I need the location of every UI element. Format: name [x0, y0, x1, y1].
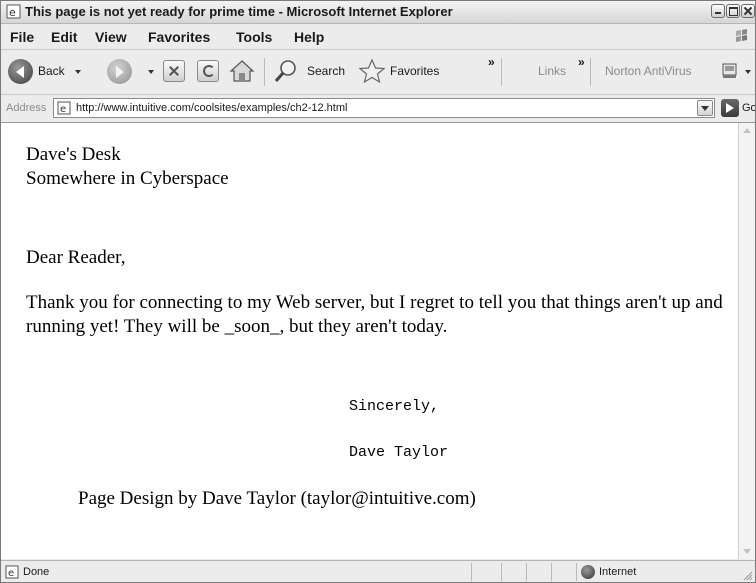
menu-favorites[interactable]: Favorites: [148, 29, 210, 45]
favorites-star-icon[interactable]: [358, 58, 386, 84]
internet-zone-icon: [581, 565, 595, 579]
letter-body: Thank you for connecting to my Web serve…: [26, 292, 723, 337]
address-dropdown-icon[interactable]: [697, 100, 713, 116]
menu-view[interactable]: View: [95, 29, 127, 45]
address-bar: Address e http://www.intuitive.com/cools…: [1, 95, 755, 123]
letter-closing: Sincerely,: [349, 398, 440, 415]
minimize-button[interactable]: [711, 4, 725, 18]
status-bar: e Done Internet: [1, 560, 755, 582]
svg-text:e: e: [8, 568, 14, 579]
norton-dropdown-icon[interactable]: [745, 70, 751, 74]
standard-toolbar: Back Search Favorites » Links » Norton A…: [1, 50, 755, 95]
security-zone-label: Internet: [599, 566, 637, 578]
toolbar-separator: [501, 58, 502, 86]
norton-antivirus-icon[interactable]: [721, 62, 739, 80]
search-icon[interactable]: [273, 58, 299, 84]
forward-arrow-icon[interactable]: [107, 59, 132, 84]
title-bar[interactable]: e This page is not yet ready for prime t…: [1, 1, 755, 24]
menu-file[interactable]: File: [10, 29, 34, 45]
status-pane-divider: [526, 563, 527, 581]
status-text: Done: [23, 566, 50, 578]
address-url[interactable]: http://www.intuitive.com/coolsites/examp…: [76, 102, 347, 114]
address-input[interactable]: e http://www.intuitive.com/coolsites/exa…: [53, 98, 715, 118]
forward-dropdown-icon[interactable]: [148, 70, 154, 74]
page-design-credit: Page Design by Dave Taylor (taylor@intui…: [78, 488, 476, 509]
letter-heading-line1: Dave's Desk: [26, 144, 121, 165]
go-arrow-icon[interactable]: [721, 99, 739, 117]
stop-icon[interactable]: [163, 60, 185, 82]
svg-text:e: e: [60, 104, 66, 115]
toolbar-chevron-icon[interactable]: »: [488, 55, 495, 69]
letter-signature: Dave Taylor: [349, 444, 449, 461]
go-button-label[interactable]: Go: [742, 102, 755, 114]
menu-edit[interactable]: Edit: [51, 29, 77, 45]
page-content: Dave's Desk Somewhere in Cyberspace Dear…: [1, 123, 739, 559]
toolbar-separator: [590, 58, 591, 86]
favorites-button-label[interactable]: Favorites: [390, 64, 439, 78]
scroll-down-icon[interactable]: [739, 543, 755, 559]
toolbar-separator: [264, 58, 265, 86]
menu-tools[interactable]: Tools: [236, 29, 272, 45]
svg-text:e: e: [9, 6, 16, 19]
resize-grip-icon[interactable]: [743, 571, 753, 581]
links-chevron-icon[interactable]: »: [578, 55, 585, 69]
address-label: Address: [6, 102, 47, 114]
vertical-scrollbar[interactable]: [739, 123, 755, 559]
home-icon[interactable]: [229, 59, 255, 83]
status-pane-divider: [471, 563, 472, 581]
status-pane-divider: [551, 563, 552, 581]
scroll-up-icon[interactable]: [739, 123, 755, 139]
letter-greeting: Dear Reader,: [26, 247, 126, 268]
status-pane-divider: [501, 563, 502, 581]
refresh-icon[interactable]: [197, 60, 219, 82]
page-icon: e: [57, 101, 71, 115]
norton-antivirus-label[interactable]: Norton AntiVirus: [605, 64, 692, 78]
menu-help[interactable]: Help: [294, 29, 324, 45]
links-label[interactable]: Links: [538, 64, 566, 78]
letter-heading-line2: Somewhere in Cyberspace: [26, 168, 229, 189]
menu-bar: File Edit View Favorites Tools Help: [1, 24, 755, 50]
back-button-label[interactable]: Back: [38, 64, 65, 78]
status-pane-divider: [576, 563, 577, 581]
ie-page-icon: e: [6, 4, 21, 19]
close-button[interactable]: [741, 4, 755, 18]
back-arrow-icon[interactable]: [8, 59, 33, 84]
back-dropdown-icon[interactable]: [75, 70, 81, 74]
maximize-button[interactable]: [726, 4, 740, 18]
page-done-icon: e: [5, 565, 19, 579]
browser-window: e This page is not yet ready for prime t…: [0, 0, 756, 583]
window-title: This page is not yet ready for prime tim…: [25, 4, 453, 19]
search-button-label[interactable]: Search: [307, 64, 345, 78]
windows-logo-icon: [736, 29, 747, 42]
